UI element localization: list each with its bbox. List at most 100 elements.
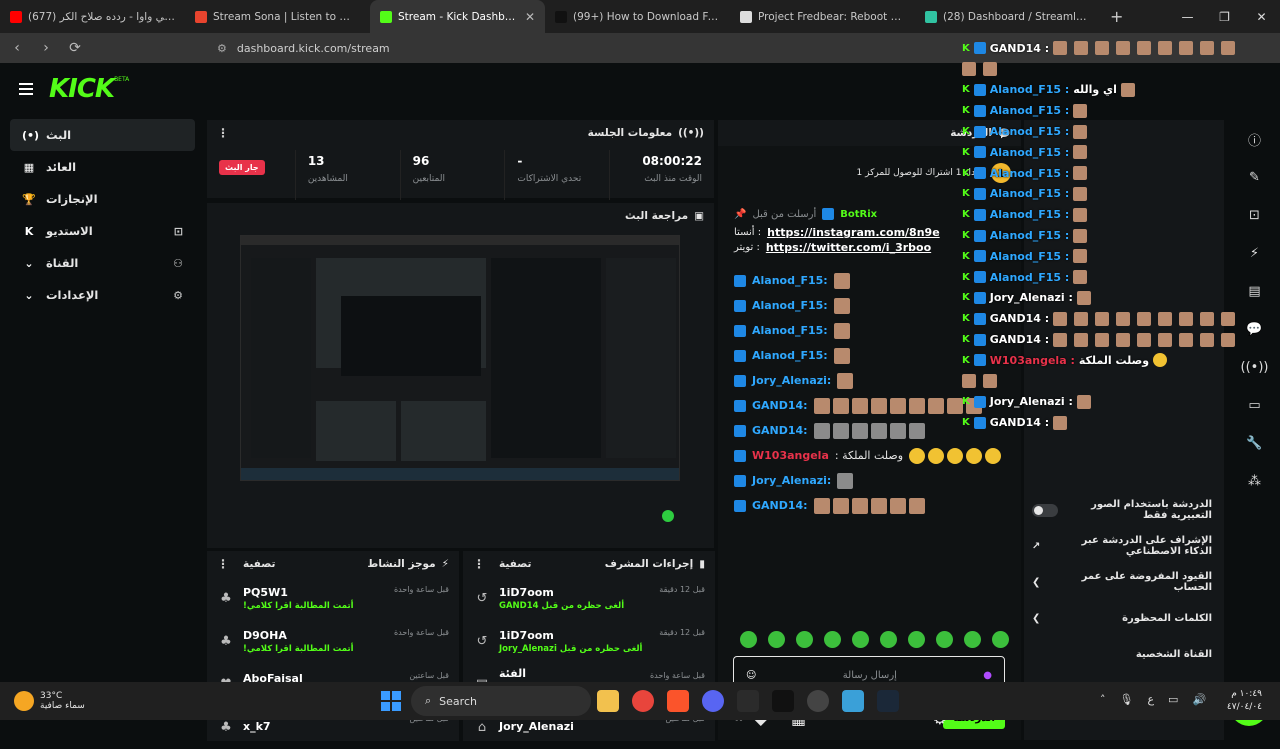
emote-icon[interactable] [908,631,925,648]
chat-icon[interactable]: 💬 [1229,310,1280,348]
network-icon[interactable]: ▭ [1168,693,1178,706]
browser-tab[interactable]: (28) Dashboard / Streamlabs [915,0,1100,33]
instagram-link[interactable]: https://instagram.com/8n9e [767,226,940,239]
emote-icon[interactable] [964,631,981,648]
feed-item[interactable]: ♣ D9OHA أتمت المطالبة اقرا كلامي! قبل ساعة … [207,620,459,663]
browser-tab[interactable]: (99+) How to Download Fredbear [545,0,730,33]
chat-message[interactable]: GAND14: [718,493,1021,518]
chat-setting-row[interactable]: الكلمات المحظورة ❯ [1024,600,1224,636]
chat-setting-row[interactable]: الإشراف على الدردشة عبر الذكاء الاصطناعي… [1024,528,1224,564]
sidebar-item[interactable]: K الاستديو ⊡ [10,215,195,247]
chat-message[interactable]: Alanod_F15: [718,293,1021,318]
kebab-icon[interactable]: ⋮ [217,126,229,140]
new-tab-button[interactable]: + [1100,7,1133,26]
chat-username[interactable]: Jory_Alenazi: [752,474,831,487]
volume-icon[interactable]: 🔊 [1192,693,1206,706]
setting-toggle[interactable] [1032,503,1058,517]
emote-icon[interactable] [796,631,813,648]
windows-start-icon[interactable] [381,691,401,711]
obs-icon[interactable] [807,690,829,712]
chat-username[interactable]: GAND14: [752,499,808,512]
chat-username[interactable]: Alanod_F15: [752,299,828,312]
emote-icon[interactable] [824,631,841,648]
url-text[interactable]: dashboard.kick.com/stream [237,42,390,55]
feed-item-name[interactable]: D9OHA [243,629,386,642]
steam-icon[interactable] [877,690,899,712]
emote-icon[interactable] [880,631,897,648]
clock[interactable]: ١٠:٤٩ م ٤٧/٠٤/٠٤ [1227,688,1262,714]
feed-item-name[interactable]: الفئة [499,667,642,680]
sidebar-item[interactable]: ⌄ الإعدادات ⚙ [10,279,195,311]
browser-tab[interactable]: Stream Sona | Listen to me play [185,0,370,33]
chat-username[interactable]: GAND14: [752,424,808,437]
sidebar-item[interactable]: ⌄ القناة ⚇ [10,247,195,279]
lightning-icon[interactable]: ⚡ [1229,234,1280,272]
language-icon[interactable]: ع [1147,693,1154,706]
emote-icon[interactable] [936,631,953,648]
minimize-icon[interactable]: — [1169,10,1206,24]
back-icon[interactable]: ‹ [5,40,29,56]
layout-icon[interactable]: ▭ [1229,386,1280,424]
info-icon[interactable]: ⓘ [1229,120,1280,158]
browser-tab[interactable]: Project Fredbear: Reboot by TSEG [730,0,915,33]
chat-username[interactable]: Alanod_F15: [752,274,828,287]
maximize-icon[interactable]: ❐ [1206,10,1243,24]
taskbar-search[interactable]: ⌕ Search [411,686,591,716]
chat-setting-row[interactable]: القناة الشخصية [1024,636,1224,672]
kebab-icon[interactable]: ⋮ [217,557,229,571]
file-explorer-icon[interactable] [597,690,619,712]
feed-item-name[interactable]: x_k7 [243,720,401,733]
pinned-user[interactable]: BotRix [840,209,877,220]
capture-icon[interactable]: ⊡ [1229,196,1280,234]
activity-filter-button[interactable]: تصفية [243,558,276,570]
chrome-icon[interactable] [632,690,654,712]
mic-icon[interactable]: 🎙 [1120,693,1134,706]
feed-item-name[interactable]: 1iD7oom [499,586,651,599]
share-icon[interactable]: ⁂ [1229,462,1280,500]
chat-message[interactable]: GAND14: [718,418,1021,443]
discord-icon[interactable] [702,690,724,712]
menu-icon[interactable] [19,80,33,98]
chat-message[interactable]: GAND14: [718,393,1021,418]
feed-item-name[interactable]: 1iD7oom [499,629,651,642]
chat-message[interactable]: Jory_Alenazi: [718,368,1021,393]
chat-username[interactable]: W103angela [752,449,829,462]
chat-message[interactable]: Alanod_F15: [718,343,1021,368]
broadcast-icon[interactable]: ((•)) [1229,348,1280,386]
site-info-icon[interactable]: ⚙ [217,42,227,55]
browser-tab[interactable]: Stream - Kick Dashboard ✕ [370,0,545,33]
chevron-up-icon[interactable]: ˄ [1100,693,1106,706]
feed-item-name[interactable]: Jory_Alenazi [499,720,657,733]
kick-logo[interactable]: KICK [49,74,115,104]
chat-username[interactable]: Alanod_F15: [752,349,828,362]
browser-tab[interactable]: (677) عيني واوا - ردده صلاح الكر [0,0,185,33]
pinned-message[interactable]: 📌 أرسلت من قبل BotRix أنستا : https://in… [726,202,1013,260]
reload-icon[interactable]: ⟳ [63,40,87,56]
document-icon[interactable]: ▤ [1229,272,1280,310]
emote-icon[interactable] [768,631,785,648]
modactions-filter-button[interactable]: تصفية [499,558,532,570]
emoji-icon[interactable]: ☺ [746,670,756,681]
feed-item-name[interactable]: PQ5W1 [243,586,386,599]
twitter-link[interactable]: https://twitter.com/i_3rboo [766,241,931,254]
brave-icon[interactable] [667,690,689,712]
wrench-icon[interactable]: 🔧 [1229,424,1280,462]
chat-message[interactable]: W103angela: وصلت الملكة [718,443,1021,468]
feed-item[interactable]: ♣ PQ5W1 أتمت المطالبة اقرا كلامي! قبل ساعة … [207,577,459,620]
chat-username[interactable]: Alanod_F15: [752,324,828,337]
close-tab-icon[interactable]: ✕ [525,10,535,24]
mic-icon[interactable]: ● [983,670,992,681]
goal-banner[interactable]: إهداء 1 اشتراك للوصول للمركز 1 1 [718,158,1021,188]
capcut-icon[interactable] [772,690,794,712]
emote-icon[interactable] [852,631,869,648]
emote-icon[interactable] [740,631,757,648]
feed-item[interactable]: ↺ 1iD7oom ألغى حظره من قبل Jory_Alenazi قبل… [463,620,715,663]
sidebar-item[interactable]: 🏆 الإنجازات [10,183,195,215]
chat-message[interactable]: Jory_Alenazi: [718,468,1021,493]
feed-item[interactable]: ↺ 1iD7oom ألغى حظره من قبل GAND14 قبل 12 دق… [463,577,715,620]
kebab-icon[interactable]: ⋮ [473,557,485,571]
emote-icon[interactable] [992,631,1009,648]
chat-setting-row[interactable]: القيود المفروضة على عمر الحساب ❯ [1024,564,1224,600]
app-icon[interactable] [737,690,759,712]
sidebar-item[interactable]: (•) البث [10,119,195,151]
